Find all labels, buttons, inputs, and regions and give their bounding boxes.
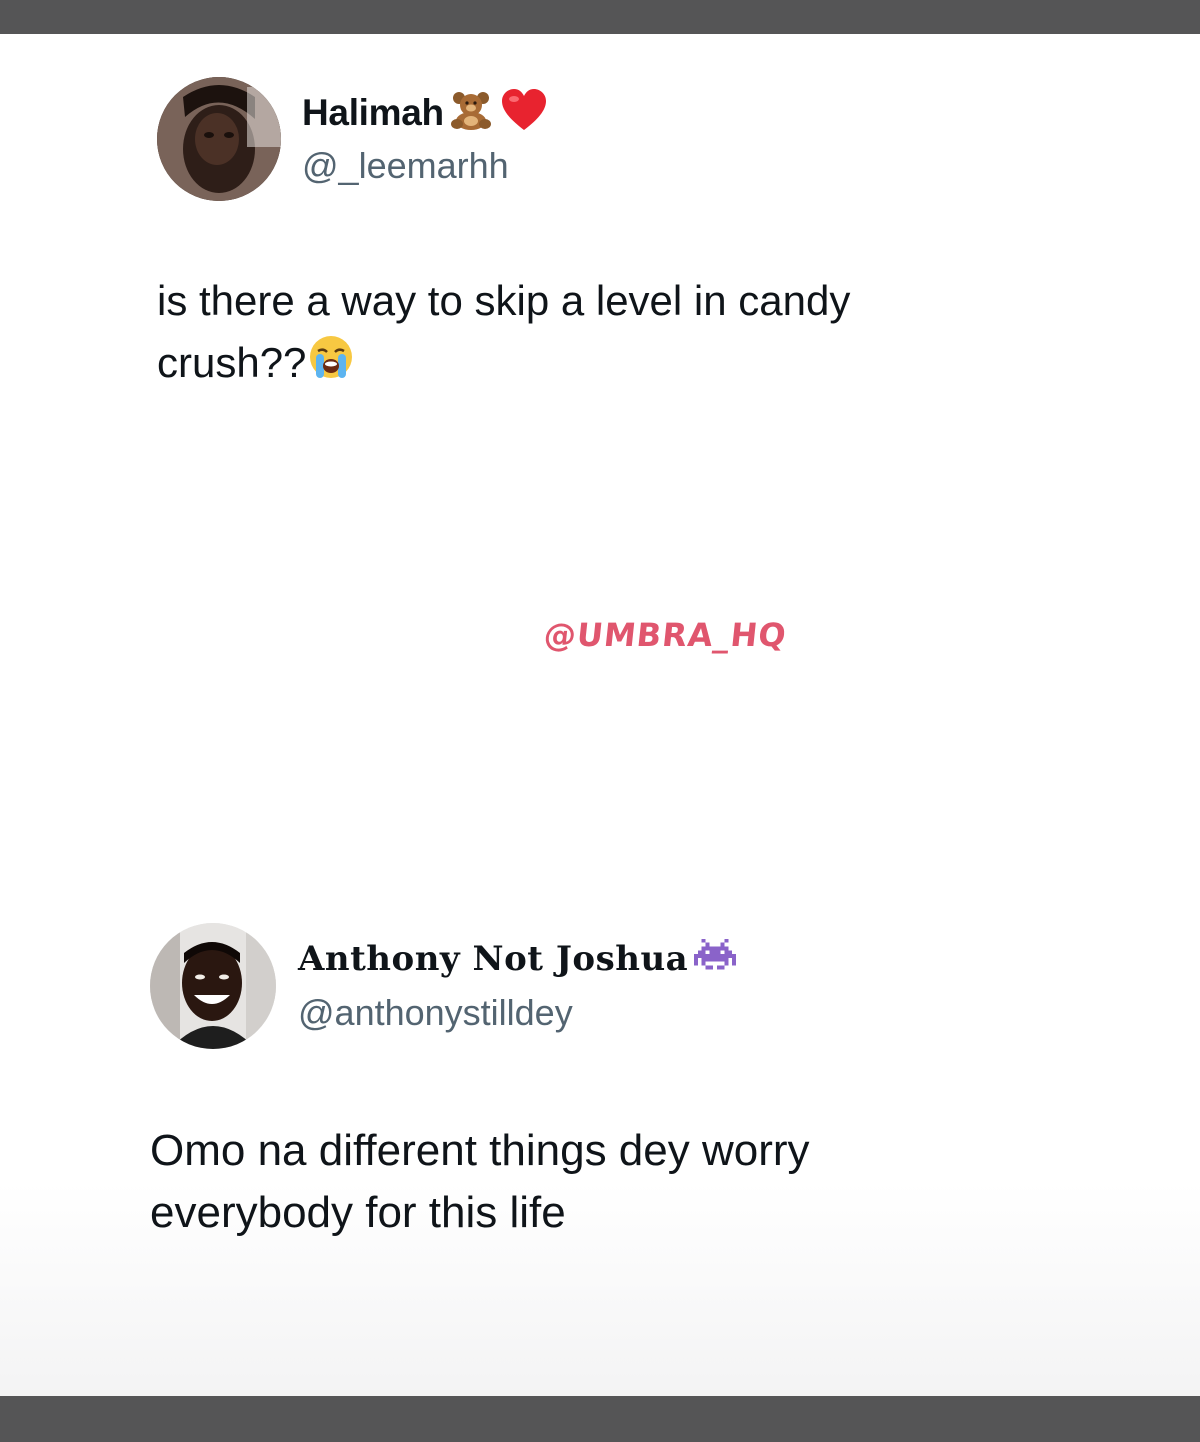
avatar[interactable]	[150, 923, 276, 1049]
avatar-photo	[157, 77, 281, 201]
avatar-photo	[150, 923, 276, 1049]
tweet-text: is there a way to skip a level in candy …	[157, 270, 977, 397]
tweet-text: Omo na different things dey worry everyb…	[150, 1120, 970, 1244]
teddy-bear-icon	[448, 90, 494, 135]
handle[interactable]: @anthonystilldey	[298, 992, 573, 1034]
crying-face-icon	[308, 334, 354, 397]
space-invader-icon	[694, 938, 737, 979]
bottom-frame-bar	[0, 1396, 1200, 1442]
top-frame-bar	[0, 0, 1200, 34]
red-heart-icon	[500, 88, 548, 137]
tweet-text-content: Omo na different things dey worry everyb…	[150, 1126, 810, 1237]
handle[interactable]: @_leemarhh	[302, 145, 509, 187]
screenshot-page: Halimah @_leemarhh is there a way to ski…	[0, 0, 1200, 1442]
display-name[interactable]: Halimah	[302, 92, 444, 134]
name-row: Anthony Not Joshua	[298, 938, 737, 979]
name-row: Halimah	[302, 88, 548, 137]
tweet-text-content: is there a way to skip a level in candy …	[157, 277, 851, 386]
watermark: @UMBRA_HQ	[542, 616, 789, 654]
avatar[interactable]	[157, 77, 281, 201]
display-name[interactable]: Anthony Not Joshua	[298, 939, 688, 979]
